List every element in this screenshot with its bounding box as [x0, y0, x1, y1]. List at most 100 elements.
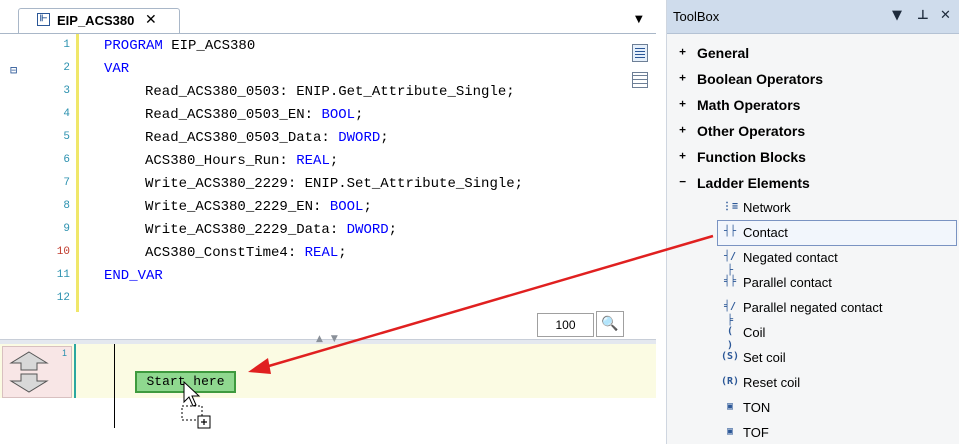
expand-icon[interactable]: +: [677, 72, 688, 84]
toolbox-item-tof[interactable]: ▣ TOF: [717, 420, 957, 444]
toolbox-item-label: Reset coil: [743, 375, 801, 390]
parallel-negated-contact-icon: ╡/╞: [723, 301, 737, 326]
table-view-icon[interactable]: [632, 72, 648, 88]
move-down-arrow-icon[interactable]: [9, 373, 49, 393]
toolbox-item-label: TOF: [743, 425, 769, 440]
toolbox-menu-icon[interactable]: ▼: [892, 8, 902, 23]
panel-gap: [656, 0, 666, 444]
toolbox-item-parallel-negated-contact[interactable]: ╡/╞ Parallel negated contact: [717, 295, 957, 326]
line-number: 7: [63, 177, 70, 189]
toolbox-item-parallel-contact[interactable]: ╡╞ Parallel contact: [717, 270, 957, 296]
line-number: 11: [56, 269, 70, 281]
text-view-icon[interactable]: [632, 44, 648, 62]
pin-icon[interactable]: ⊥: [917, 8, 929, 23]
tab-close-icon[interactable]: ✕: [145, 12, 157, 28]
code-line: 1 PROGRAM EIP_ACS380: [0, 36, 620, 59]
category-function-blocks[interactable]: + Function Blocks: [667, 144, 959, 170]
line-number: 9: [63, 223, 70, 235]
expand-icon[interactable]: +: [677, 150, 688, 162]
category-general[interactable]: + General: [667, 40, 959, 66]
tab-title: EIP_ACS380: [57, 13, 135, 28]
code-text: Write_ACS380_2229: ENIP.Set_Attribute_Si…: [145, 176, 524, 192]
line-number: 2: [63, 62, 70, 74]
zoom-magnifier-icon[interactable]: 🔍: [596, 311, 624, 337]
category-label: Math Operators: [697, 97, 801, 113]
ladder-editor[interactable]: 1 Start here: [0, 344, 656, 444]
toolbox-item-label: Parallel negated contact: [743, 300, 883, 315]
code-text: ACS380_Hours_Run: REAL;: [145, 153, 339, 169]
code-line: 9 Write_ACS380_2229_Data: DWORD;: [0, 220, 620, 243]
network-row[interactable]: 1 Start here: [0, 344, 656, 398]
line-number: 5: [63, 131, 70, 143]
line-number: 1: [63, 39, 70, 51]
category-label: Boolean Operators: [697, 71, 824, 87]
tab-list-dropdown-icon[interactable]: ▼: [635, 14, 643, 25]
editor-tab-strip: ⊩ EIP_ACS380 ✕ ▼: [0, 0, 656, 34]
expand-icon[interactable]: +: [677, 98, 688, 110]
toolbox-item-network[interactable]: ⋮≡ Network: [717, 195, 957, 221]
category-other-operators[interactable]: + Other Operators: [667, 118, 959, 144]
toolbox-item-ton[interactable]: ▣ TON: [717, 395, 957, 421]
category-label: Function Blocks: [697, 149, 806, 165]
zoom-level-field[interactable]: 100: [537, 313, 594, 337]
category-ladder-elements[interactable]: − Ladder Elements: [667, 170, 959, 196]
code-line: 8 Write_ACS380_2229_EN: BOOL;: [0, 197, 620, 220]
toolbox-item-label: Set coil: [743, 350, 786, 365]
toolbox-item-set-coil[interactable]: (S) Set coil: [717, 345, 957, 371]
code-line: 7 Write_ACS380_2229: ENIP.Set_Attribute_…: [0, 174, 620, 197]
toolbox-item-coil[interactable]: ( ) Coil: [717, 320, 957, 351]
toolbox-item-label: Network: [743, 200, 791, 215]
code-line: 6 ACS380_Hours_Run: REAL;: [0, 151, 620, 174]
network-icon: ⋮≡: [721, 201, 739, 212]
network-number: 1: [62, 348, 68, 358]
category-label: General: [697, 45, 750, 61]
tof-icon: ▣: [726, 426, 734, 437]
toolbox-item-label: Negated contact: [743, 250, 838, 265]
change-marker-bar: [76, 34, 79, 312]
negated-contact-icon: ┤/├: [723, 251, 737, 276]
line-number: 12: [56, 292, 70, 304]
toolbox-panel: ToolBox ▼ ⊥ ✕ + General + Boolean Operat…: [666, 0, 959, 444]
ladder-program-icon: ⊩: [37, 13, 50, 26]
coil-icon: ( ): [726, 326, 734, 351]
code-text: VAR: [104, 61, 130, 77]
toolbox-item-label: Parallel contact: [743, 275, 832, 290]
network-separator: [74, 344, 76, 398]
line-number: 6: [63, 154, 70, 166]
code-text: Read_ACS380_0503_EN: BOOL;: [145, 107, 364, 123]
code-text: Write_ACS380_2229_EN: BOOL;: [145, 199, 372, 215]
code-line: 10 ACS380_ConstTime4: REAL;: [0, 243, 620, 266]
keyword: DWORD: [338, 130, 381, 146]
declaration-editor[interactable]: 1 PROGRAM EIP_ACS380 ⊟ 2 VAR 3 Read_ACS3…: [0, 34, 656, 334]
category-boolean-operators[interactable]: + Boolean Operators: [667, 66, 959, 92]
left-power-rail: [114, 344, 115, 428]
code-line: 5 Read_ACS380_0503_Data: DWORD;: [0, 128, 620, 151]
reset-coil-icon: (R): [721, 376, 740, 387]
toolbox-item-reset-coil[interactable]: (R) Reset coil: [717, 370, 957, 396]
collapse-icon[interactable]: ⊟: [10, 64, 17, 76]
expand-icon[interactable]: +: [677, 124, 688, 136]
code-line: ⊟ 2 VAR: [0, 59, 620, 82]
collapse-icon[interactable]: −: [677, 176, 688, 188]
set-coil-icon: (S): [721, 351, 740, 362]
splitter-grip-icon[interactable]: ▲▼: [316, 334, 346, 344]
ton-icon: ▣: [726, 401, 734, 412]
category-math-operators[interactable]: + Math Operators: [667, 92, 959, 118]
move-up-arrow-icon[interactable]: [9, 351, 49, 371]
toolbox-item-contact[interactable]: ┤├ Contact: [717, 220, 957, 246]
keyword: DWORD: [346, 222, 389, 238]
drag-copy-cursor-icon: [181, 380, 211, 429]
code-line: 12: [0, 289, 620, 312]
code-text: END_VAR: [104, 268, 163, 284]
code-text: PROGRAM EIP_ACS380: [104, 38, 256, 54]
toolbox-title: ToolBox: [673, 9, 720, 24]
tab-eip-acs380[interactable]: ⊩ EIP_ACS380 ✕: [18, 8, 180, 34]
line-number: 8: [63, 200, 70, 212]
toolbox-item-negated-contact[interactable]: ┤/├ Negated contact: [717, 245, 957, 276]
keyword: BOOL: [329, 199, 364, 215]
expand-icon[interactable]: +: [677, 46, 688, 58]
code-line: 3 Read_ACS380_0503: ENIP.Get_Attribute_S…: [0, 82, 620, 105]
line-number: 4: [63, 108, 70, 120]
toolbox-item-label: Contact: [743, 225, 788, 240]
toolbox-close-icon[interactable]: ✕: [940, 8, 951, 23]
